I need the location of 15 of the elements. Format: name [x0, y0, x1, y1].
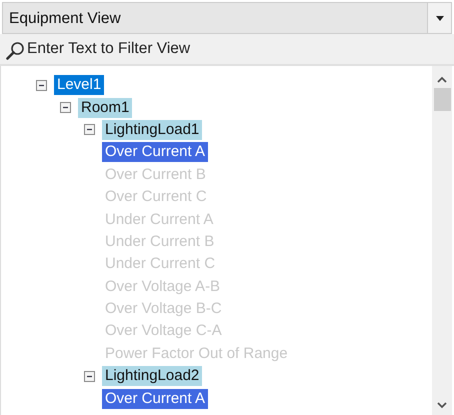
tree-node[interactable]: LightingLoad1 — [102, 120, 202, 140]
tree-node[interactable]: LightingLoad2 — [102, 366, 202, 386]
view-dropdown[interactable]: Equipment View — [2, 2, 452, 34]
tree-node[interactable]: Room1 — [78, 98, 132, 118]
collapse-icon[interactable] — [84, 370, 95, 382]
scroll-thumb[interactable] — [434, 88, 451, 111]
filter-field[interactable]: Enter Text to Filter View — [0, 34, 454, 66]
collapse-icon[interactable] — [60, 102, 71, 114]
scrollbar[interactable] — [432, 66, 452, 415]
collapse-icon[interactable] — [36, 80, 47, 91]
tree-leaf[interactable]: Over Current A — [102, 388, 208, 409]
caret-icon — [436, 16, 444, 20]
collapse-icon[interactable] — [84, 124, 95, 136]
tree-leaf[interactable]: Over Current A — [102, 142, 208, 162]
tree-node[interactable]: Level1 — [54, 75, 104, 96]
